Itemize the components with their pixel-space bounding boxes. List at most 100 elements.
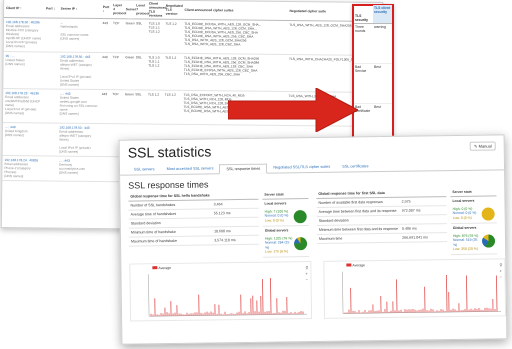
cipher-suites-cell: TLS_ECDHE_RSA_WITH_AES_128_GCM_SHA256 TLS… [181, 53, 288, 92]
tab-ssl-servers[interactable]: SSL servers [128, 165, 161, 174]
server-status-cell: Green [123, 18, 135, 53]
server-ip-cell: 192.168.178.50 : 443 Email addresses alleg… [57, 52, 101, 90]
server-stat-line: Normal: 264 (15 %) [265, 240, 290, 250]
client-port-cell [42, 88, 58, 124]
server-stats-box: Server stats Local servers High: 7 (100 … [262, 190, 310, 258]
server-ip-cell: ... Netherlands SSL common name: [DNS names… [58, 18, 101, 53]
tls-versions-cell: TLS 1.0 TLS 1.1 TLS 1.2 [146, 19, 164, 54]
server-ip-cell: ... : 443 United States webelz.google.com N… [57, 89, 100, 124]
column-header[interactable]: Level 7 protocol [134, 0, 149, 20]
layer4-cell: TCP [110, 52, 124, 90]
server-ip-cell: ... : 443 Germany au.crashlytics.com [DNS n… [56, 156, 100, 182]
stat-label: Average time of handshakes [130, 211, 177, 217]
server-ip-cell: 192.168.178.50 : 443 Email addresses alleg… [57, 123, 100, 157]
tls-client-security-value: Best [374, 65, 381, 69]
server-details: United States webelz.google.com Not using … [59, 95, 98, 116]
column-header[interactable]: Port ↕ [100, 0, 112, 19]
stat-value: 55.123 ms [213, 211, 231, 216]
chart-legend: Average [152, 266, 171, 270]
client-details: Email addresses Phone-2 (category Phones)… [4, 162, 31, 179]
global-servers-pie [481, 234, 496, 248]
y-axis [148, 273, 150, 316]
negotiated-tls-cell: TLS 1.2 [163, 19, 183, 54]
server-port-cell: 443 [99, 89, 111, 124]
column-header[interactable]: Layer 4 protocol [111, 0, 126, 19]
response-spike [466, 275, 468, 312]
stat-label: Number of SSL handshakes [130, 202, 176, 208]
negotiated-tls-cell: TLS 1.2 [162, 90, 182, 125]
stat-value: 2,975 [401, 199, 411, 204]
tab-most-accessed-ssl-servers[interactable]: Most accessed SSL servers [160, 164, 219, 174]
client-details: Email addresses unicBMTiPadb5d (DHCP name… [4, 95, 41, 116]
layer4-cell: TCP [110, 18, 124, 53]
ssl-hello-response-chart: Average ⚲ + − [129, 260, 313, 322]
server-details: Netherlands SSL common name: [DNS names] [60, 24, 90, 41]
zoom-icon[interactable]: ⚲ [305, 265, 308, 271]
first-data-panel: Global response time for first SSL data … [316, 187, 498, 256]
column-header[interactable]: Client announced cipher suites [182, 0, 288, 21]
tls-security-row: Three rounds warning [354, 24, 392, 64]
server-stat-line: Low: 0 (0 %) [452, 215, 472, 220]
tls-client-security-header[interactable]: TLS client security [373, 5, 392, 23]
column-header[interactable]: Negotiated TLS version [163, 0, 183, 20]
stat-label: Standard deviation [130, 221, 161, 226]
tls-versions-cell: TLS 1.0 TLS 1.1 TLS 1.2 [146, 53, 164, 91]
server-stat-line: Low: 0 (0 %) [264, 218, 284, 223]
stat-value [214, 220, 257, 225]
stat-row: Maximum time of handshake 3,574.118 ms [128, 235, 260, 247]
stat-value: 3,574.118 ms [214, 238, 236, 243]
table-row[interactable]: 95 : ... United States [DNS names] 192.168.… [3, 51, 382, 93]
response-spike [446, 274, 448, 312]
stat-label: Standard deviation [318, 218, 349, 223]
stat-value [402, 217, 445, 222]
response-time-plot [148, 273, 308, 317]
column-header[interactable]: Server IP ↕ [58, 0, 101, 19]
client-ip-cell: ... : 443 United Kingdom [DNS names] [2, 122, 43, 156]
client-port-cell [42, 122, 58, 157]
column-header[interactable]: Server [123, 0, 136, 19]
tls-security-header[interactable]: TLS security [354, 13, 373, 23]
server-port-cell: 443 [99, 52, 111, 90]
negotiated-tls-cell: TLS 1.2 [162, 53, 183, 91]
client-port-cell [43, 17, 59, 53]
table-row[interactable]: 192.168.178.50 : 40286 Email addresses McA… [3, 17, 382, 56]
server-stat-line: Low: 350 (20 %) [453, 246, 478, 252]
local-servers-pie [481, 207, 495, 221]
ssl-hello-panel: Global response time for SSL hello hands… [128, 190, 310, 259]
stat-label: Minimum time between first data and its … [318, 226, 398, 232]
tab-ssl-response-times[interactable]: SSL response times [219, 163, 268, 175]
zoom-icon[interactable]: ⚲ [499, 262, 502, 268]
server-port-cell: 443 [100, 18, 112, 53]
tls-security-value: Three rounds [355, 25, 366, 34]
minus-icon[interactable]: − [306, 277, 309, 283]
column-header[interactable]: Client IP ↑ [4, 0, 45, 18]
client-port-cell [43, 51, 59, 90]
tab-ssl-certificates[interactable]: SSL certificates [336, 162, 374, 172]
server-details: Germany au.crashlytics.com [DNS names] [58, 162, 86, 175]
client-ip-cell: 192.168.178.23 : 46136 Email addresses uni… [2, 88, 44, 123]
red-arrow-icon [228, 88, 358, 132]
server-stats-box: Server stats Local servers High: 0 (0 %)… [450, 187, 498, 255]
response-spike [270, 277, 272, 315]
client-details: United Kingdom [DNS names] [4, 129, 28, 138]
ssl-statistics-screenshot: SSL statistics ✎ Manual SSL servers Most … [118, 134, 508, 345]
stat-label: Maximum time of handshake [130, 238, 177, 244]
column-header[interactable]: Client announced TLS versions [146, 0, 167, 20]
server-status-cell: Green [122, 52, 134, 90]
tab-negotiated-ssl-tls-cipher-suites[interactable]: Negotiated SSL/TLS cipher suites [267, 163, 336, 173]
server-details: Email addresses allegro-WET (category Wir… [59, 129, 92, 154]
stat-value: 972.087 ms [401, 208, 421, 213]
stat-value: 3,464 [213, 202, 223, 207]
client-ip-cell: 192.168.178.24 : 40826 Email addresses Pho… [2, 155, 43, 181]
column-header[interactable]: Port ↕ [43, 0, 59, 19]
local-servers-pie [293, 210, 307, 224]
server-stat-line: Normal: 519 (35 %) [452, 238, 478, 247]
server-details: Email addresses allegro-WET (category Wir… [59, 58, 92, 87]
tls-security-row: Bad Service Best [354, 64, 392, 104]
client-details: United States [DNS names] [5, 58, 25, 67]
minus-icon[interactable]: − [500, 274, 503, 280]
manual-button[interactable]: ✎ Manual [470, 141, 496, 151]
stat-value: 0.486 ms [402, 226, 417, 231]
server-status-cell: Green [122, 89, 134, 124]
chart-legend: Average [346, 263, 365, 267]
